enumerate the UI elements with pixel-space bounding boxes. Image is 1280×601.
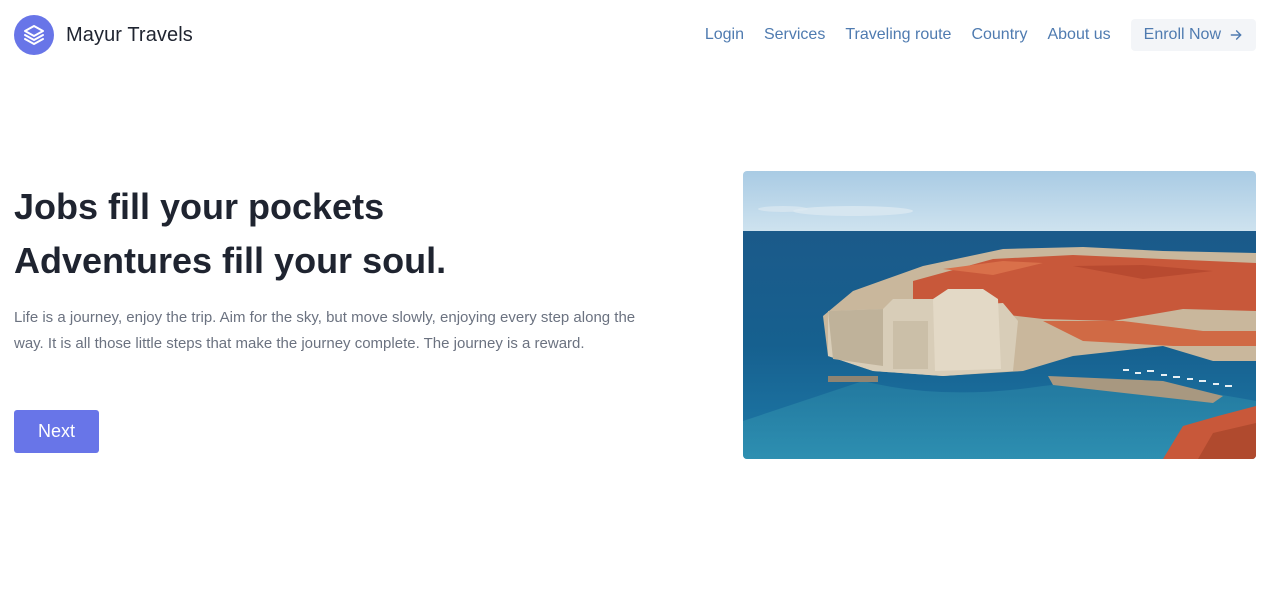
- next-button[interactable]: Next: [14, 410, 99, 453]
- nav-link-traveling-route[interactable]: Traveling route: [845, 26, 951, 44]
- hero-description: Life is a journey, enjoy the trip. Aim f…: [14, 309, 636, 352]
- layers-icon: [14, 15, 54, 55]
- site-header: Mayur Travels Login Services Traveling r…: [0, 0, 1280, 70]
- hero-text: Jobs fill your pockets Adventures fill y…: [14, 180, 654, 357]
- hero-image: [743, 171, 1256, 459]
- nav-link-country[interactable]: Country: [971, 26, 1027, 44]
- nav-link-login[interactable]: Login: [705, 26, 744, 44]
- headline-line-2: Adventures fill your soul.: [14, 240, 447, 281]
- enroll-now-label: Enroll Now: [1143, 26, 1221, 43]
- brand-name: Mayur Travels: [66, 23, 193, 46]
- headline-line-1: Jobs fill your pockets: [14, 186, 385, 227]
- enroll-now-button[interactable]: Enroll Now: [1130, 19, 1256, 51]
- brand[interactable]: Mayur Travels: [14, 15, 193, 55]
- hero-headline: Jobs fill your pockets Adventures fill y…: [14, 180, 654, 288]
- main-nav: Login Services Traveling route Country A…: [705, 19, 1256, 51]
- nav-link-about-us[interactable]: About us: [1047, 26, 1110, 44]
- nav-link-services[interactable]: Services: [764, 26, 825, 44]
- arrow-right-icon: [1229, 28, 1243, 42]
- page: Mayur Travels Login Services Traveling r…: [0, 0, 1280, 601]
